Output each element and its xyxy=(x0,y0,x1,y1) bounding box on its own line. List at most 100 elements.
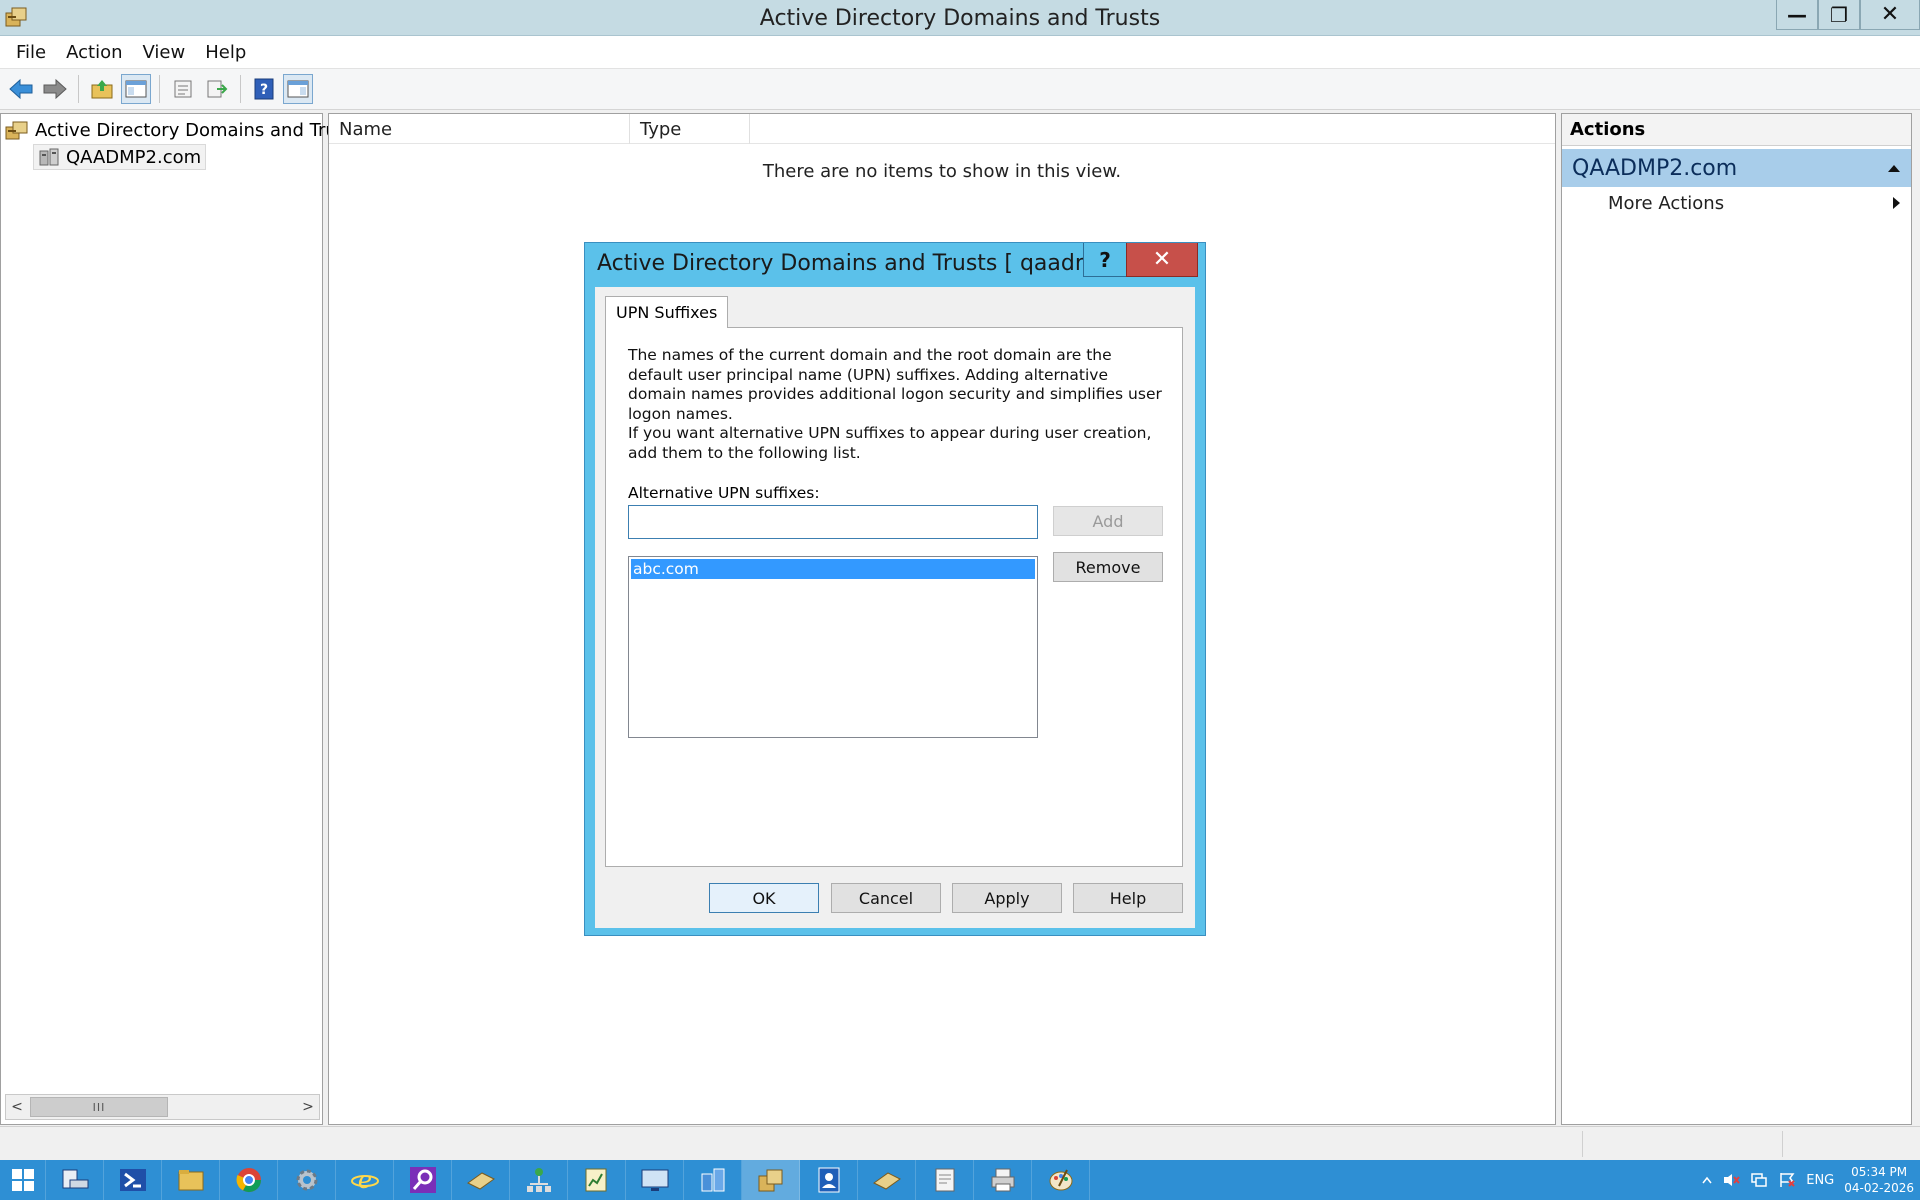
export-list-icon xyxy=(207,80,228,98)
taskbar-ad-app-1[interactable] xyxy=(452,1160,510,1200)
export-list-button[interactable] xyxy=(202,74,232,104)
help-toolbar-button[interactable]: ? xyxy=(249,74,279,104)
taskbar-ad-users[interactable] xyxy=(800,1160,858,1200)
upn-description: The names of the current domain and the … xyxy=(628,346,1162,423)
show-hide-console-tree-button[interactable] xyxy=(121,74,151,104)
status-bar xyxy=(0,1126,1920,1160)
actions-header: Actions xyxy=(1562,114,1911,146)
network-status-icon[interactable] xyxy=(1750,1172,1768,1188)
toolbar-separator xyxy=(240,75,241,103)
actions-section-domain[interactable]: QAADMP2.com xyxy=(1562,149,1911,187)
menu-action[interactable]: Action xyxy=(56,42,132,63)
paint-palette-icon xyxy=(1049,1169,1072,1191)
cancel-button[interactable]: Cancel xyxy=(831,883,941,913)
taskbar-settings[interactable] xyxy=(278,1160,336,1200)
up-one-level-button[interactable] xyxy=(87,74,117,104)
list-item[interactable]: abc.com xyxy=(631,559,1035,579)
chrome-icon xyxy=(236,1168,261,1193)
start-button[interactable] xyxy=(0,1160,46,1200)
more-actions-item[interactable]: More Actions xyxy=(1562,187,1911,219)
add-button[interactable]: Add xyxy=(1053,506,1163,536)
chart-pencil-icon xyxy=(585,1168,606,1192)
taskbar-powershell[interactable] xyxy=(104,1160,162,1200)
properties-button[interactable] xyxy=(168,74,198,104)
network-icon xyxy=(526,1168,551,1192)
tree-horizontal-scrollbar[interactable]: < III > xyxy=(5,1094,320,1120)
upn-suffixes-panel: The names of the current domain and the … xyxy=(605,327,1183,867)
taskbar-internet-explorer[interactable]: e xyxy=(336,1160,394,1200)
taskbar-computer-management[interactable] xyxy=(626,1160,684,1200)
upn-suffix-input[interactable] xyxy=(628,505,1038,539)
tree-root-item[interactable]: Active Directory Domains and Trust xyxy=(5,118,353,142)
status-segment xyxy=(1782,1131,1918,1157)
forward-icon xyxy=(43,78,67,100)
ad-domains-icon xyxy=(758,1169,782,1192)
close-window-button[interactable]: ✕ xyxy=(1860,0,1920,30)
input-language-indicator[interactable]: ENG xyxy=(1806,1173,1834,1188)
help-icon: ? xyxy=(254,78,274,100)
taskbar-ad-sites[interactable] xyxy=(684,1160,742,1200)
menu-file[interactable]: File xyxy=(6,42,56,63)
taskbar-search-tool[interactable] xyxy=(394,1160,452,1200)
menu-help[interactable]: Help xyxy=(195,42,256,63)
chevron-left-icon: < xyxy=(11,1099,23,1115)
taskbar-file-explorer[interactable] xyxy=(162,1160,220,1200)
ok-button[interactable]: OK xyxy=(709,883,819,913)
taskbar-network-tool[interactable] xyxy=(510,1160,568,1200)
show-hidden-icons-chevron-icon[interactable] xyxy=(1702,1176,1712,1184)
taskbar-clock[interactable]: 05:34 PM 04-02-2026 xyxy=(1844,1164,1914,1196)
up-folder-icon xyxy=(91,80,113,99)
powershell-icon xyxy=(119,1169,146,1191)
domain-icon xyxy=(39,148,59,166)
menu-view[interactable]: View xyxy=(133,42,196,63)
submenu-arrow-icon xyxy=(1893,197,1900,209)
taskbar-ad-app-2[interactable] xyxy=(858,1160,916,1200)
taskbar-performance-tool[interactable] xyxy=(568,1160,626,1200)
volume-muted-icon[interactable] xyxy=(1722,1172,1741,1188)
apply-button[interactable]: Apply xyxy=(952,883,1062,913)
dialog-title: Active Directory Domains and Trusts [ qa… xyxy=(597,251,1083,276)
column-header-name[interactable]: Name xyxy=(329,114,630,144)
minimize-button[interactable]: — xyxy=(1776,0,1818,30)
tree-item-domain[interactable]: QAADMP2.com xyxy=(33,144,207,170)
scroll-left-button[interactable]: < xyxy=(6,1095,28,1119)
magnifier-icon xyxy=(409,1167,436,1193)
toolbar-separator xyxy=(78,75,79,103)
upn-suffix-list[interactable]: abc.com xyxy=(628,556,1038,738)
empty-list-message: There are no items to show in this view. xyxy=(762,161,1122,182)
console-tree-pane: Active Directory Domains and Trust QAADM… xyxy=(0,113,353,1125)
column-header-type[interactable]: Type xyxy=(630,114,750,144)
list-header: Name Type xyxy=(329,114,1555,144)
menu-bar: File Action View Help xyxy=(0,36,1920,68)
help-button[interactable]: Help xyxy=(1073,883,1183,913)
tab-upn-suffixes[interactable]: UPN Suffixes xyxy=(605,296,729,328)
taskbar-document-tool[interactable] xyxy=(916,1160,974,1200)
forward-button[interactable] xyxy=(40,74,70,104)
back-button[interactable] xyxy=(6,74,36,104)
scroll-thumb[interactable]: III xyxy=(30,1097,168,1117)
clock-time: 05:34 PM xyxy=(1851,1165,1908,1179)
show-hide-action-pane-icon xyxy=(287,80,309,98)
scroll-right-button[interactable]: > xyxy=(297,1095,319,1119)
taskbar-paint[interactable] xyxy=(1032,1160,1090,1200)
dialog-help-button[interactable]: ? xyxy=(1083,243,1127,277)
remove-button[interactable]: Remove xyxy=(1053,552,1163,582)
title-bar: Active Directory Domains and Trusts — ❐ … xyxy=(0,0,1920,36)
taskbar-print-management[interactable] xyxy=(974,1160,1032,1200)
taskbar-ad-domains-trusts[interactable] xyxy=(742,1160,800,1200)
action-center-flag-icon[interactable] xyxy=(1778,1172,1796,1188)
restore-button[interactable]: ❐ xyxy=(1818,0,1860,30)
taskbar-chrome[interactable] xyxy=(220,1160,278,1200)
dialog-close-button[interactable]: ✕ xyxy=(1126,243,1198,277)
actions-pane: Actions QAADMP2.com More Actions xyxy=(1561,113,1912,1125)
gear-icon xyxy=(296,1169,317,1191)
taskbar-server-manager[interactable] xyxy=(46,1160,104,1200)
scroll-track[interactable]: III xyxy=(28,1095,297,1119)
ad-domains-icon xyxy=(5,121,28,140)
svg-text:?: ? xyxy=(260,82,268,98)
properties-icon xyxy=(174,80,192,98)
dialog-body: UPN Suffixes The names of the current do… xyxy=(595,287,1195,928)
show-hide-action-pane-button[interactable] xyxy=(283,74,313,104)
more-actions-label: More Actions xyxy=(1608,192,1725,214)
taskbar: e ENG 05:34 PM 04-02-2026 xyxy=(0,1160,1920,1200)
